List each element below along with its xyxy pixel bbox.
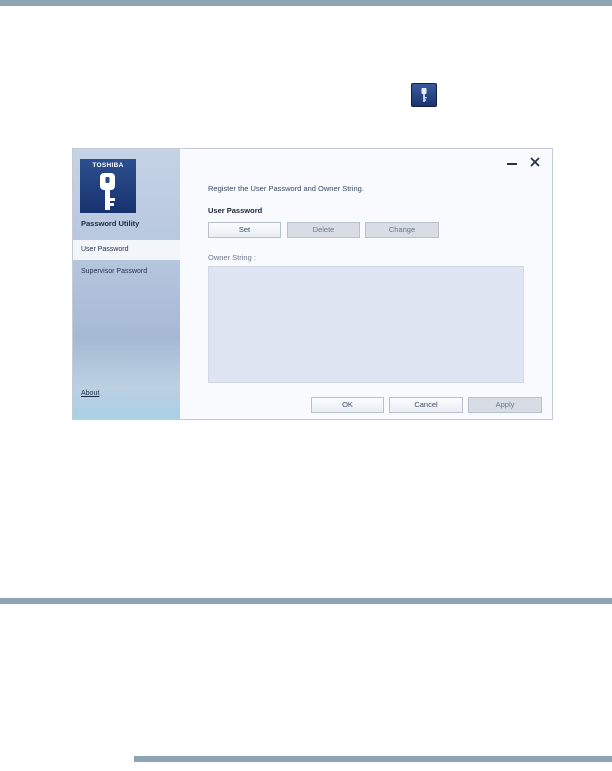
about-link[interactable]: About bbox=[81, 390, 99, 397]
sidebar-item-user-password[interactable]: User Password bbox=[73, 240, 180, 260]
set-button[interactable]: Set bbox=[208, 222, 281, 238]
apply-button[interactable]: Apply bbox=[468, 397, 542, 413]
delete-button[interactable]: Delete bbox=[287, 222, 360, 238]
bottom-rule bbox=[134, 756, 612, 762]
sidebar-item-supervisor-password[interactable]: Supervisor Password bbox=[73, 262, 180, 282]
section-rule bbox=[0, 598, 612, 604]
owner-string-field[interactable] bbox=[208, 266, 524, 383]
user-password-label: User Password bbox=[208, 206, 263, 215]
owner-string-label: Owner String : bbox=[208, 253, 256, 262]
cancel-button[interactable]: Cancel bbox=[389, 397, 463, 413]
key-icon bbox=[100, 173, 115, 210]
ok-button[interactable]: OK bbox=[311, 397, 384, 413]
minimize-icon[interactable] bbox=[505, 155, 519, 169]
password-utility-key-icon bbox=[411, 83, 437, 107]
change-button[interactable]: Change bbox=[365, 222, 439, 238]
sidebar-title: Password Utility bbox=[81, 219, 140, 228]
sidebar: TOSHIBA Password Utility User Password S… bbox=[73, 149, 180, 419]
main-panel: Register the User Password and Owner Str… bbox=[180, 149, 552, 419]
password-utility-window: TOSHIBA Password Utility User Password S… bbox=[72, 148, 553, 420]
top-rule bbox=[0, 0, 612, 6]
toshiba-logo: TOSHIBA bbox=[80, 159, 136, 213]
instruction-text: Register the User Password and Owner Str… bbox=[208, 184, 364, 193]
close-icon[interactable] bbox=[528, 155, 542, 169]
